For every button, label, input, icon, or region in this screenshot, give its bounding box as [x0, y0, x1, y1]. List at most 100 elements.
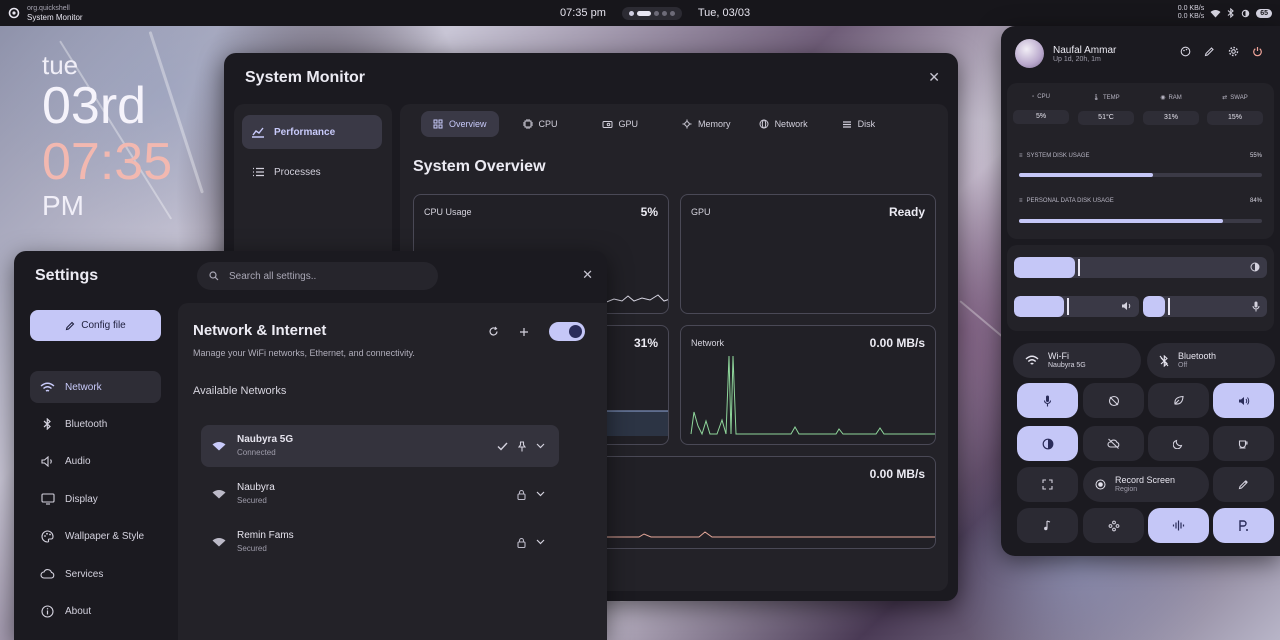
cloud-sync-toggle[interactable]: [1083, 426, 1144, 461]
night-light-toggle[interactable]: [1148, 426, 1209, 461]
palette-icon[interactable]: [1180, 46, 1191, 57]
avatar[interactable]: [1015, 39, 1044, 68]
nav-item-bluetooth[interactable]: Bluetooth: [30, 408, 161, 440]
network-row[interactable]: Naubyra Secured: [201, 473, 559, 515]
sidebar-item-performance[interactable]: Performance: [242, 115, 382, 149]
nav-item-services[interactable]: Services: [30, 558, 161, 590]
wifi-icon: [201, 537, 237, 547]
config-file-button[interactable]: Config file: [30, 310, 161, 341]
sidebar-item-processes[interactable]: Processes: [242, 155, 382, 189]
wifi-icon[interactable]: [1210, 9, 1221, 18]
pencil-icon[interactable]: [1204, 46, 1215, 57]
nav-item-display[interactable]: Display: [30, 483, 161, 515]
search-input[interactable]: Search all settings..: [197, 262, 438, 290]
gpu-card[interactable]: GPU Ready: [680, 194, 936, 314]
color-picker-toggle[interactable]: [1213, 467, 1274, 502]
add-icon[interactable]: [519, 327, 529, 337]
available-networks-label: Available Networks: [193, 385, 287, 397]
microphone-slider[interactable]: [1143, 296, 1267, 317]
battery-indicator[interactable]: 65: [1256, 8, 1272, 18]
chevron-down-icon[interactable]: [536, 443, 545, 449]
gamepad-icon: [1108, 520, 1120, 532]
workspace-dot[interactable]: [661, 10, 667, 16]
disk-icon: [842, 120, 852, 129]
microphone-icon: [1252, 301, 1260, 312]
workspace-dot[interactable]: [669, 10, 675, 16]
nav-item-audio[interactable]: Audio: [30, 445, 161, 477]
do-not-disturb-toggle[interactable]: [1083, 383, 1144, 418]
workspace-dot[interactable]: [653, 10, 659, 16]
workspace-dot[interactable]: [628, 10, 634, 16]
refresh-icon[interactable]: [488, 326, 499, 337]
music-toggle[interactable]: [1017, 508, 1078, 543]
brightness-slider[interactable]: [1014, 257, 1267, 278]
memory-icon: [682, 119, 692, 129]
audio-visualizer-toggle[interactable]: [1148, 508, 1209, 543]
monitor-icon: [30, 493, 65, 505]
chevron-down-icon[interactable]: [536, 539, 545, 545]
wifi-icon: [1025, 355, 1039, 366]
nav-item-network[interactable]: Network: [30, 371, 161, 403]
brightness-icon: [1250, 262, 1260, 272]
contrast-icon: [1042, 438, 1054, 450]
bluetooth-tile[interactable]: Bluetooth Off: [1147, 343, 1275, 378]
power-icon[interactable]: [1252, 46, 1263, 57]
cloud-icon: [30, 569, 65, 579]
sound-toggle[interactable]: [1213, 383, 1274, 418]
network-name: Naubyra 5G: [237, 434, 294, 445]
workspace-indicator[interactable]: [621, 6, 682, 20]
screenshot-toggle[interactable]: [1017, 467, 1078, 502]
gear-icon[interactable]: [1228, 46, 1239, 57]
check-icon: [497, 442, 508, 451]
gpu-icon: [602, 120, 613, 129]
volume-slider[interactable]: [1014, 296, 1139, 317]
record-screen-tile[interactable]: Record Screen Region: [1083, 467, 1209, 502]
crop-icon: [1042, 479, 1053, 490]
cpu-icon: [522, 119, 533, 129]
tab-overview[interactable]: Overview: [421, 111, 499, 137]
microphone-icon: [1043, 395, 1052, 407]
disk-icon: ≡: [1019, 198, 1023, 204]
nav-item-wallpaper-style[interactable]: Wallpaper & Style: [30, 520, 161, 552]
network-row[interactable]: Remin Fams Secured: [201, 521, 559, 563]
network-name: Remin Fams: [237, 530, 294, 541]
network-status: Secured: [237, 496, 267, 505]
network-name: Naubyra: [237, 482, 275, 493]
tab-memory[interactable]: Memory: [670, 111, 743, 137]
wifi-tile[interactable]: Wi-Fi Naubyra 5G: [1013, 343, 1141, 378]
waveform-icon: [1172, 520, 1185, 531]
wifi-toggle[interactable]: [549, 322, 585, 341]
network-card[interactable]: Network 0.00 MB/s: [680, 325, 936, 445]
workspace-dot-active[interactable]: [636, 10, 651, 16]
clock-date[interactable]: Tue, 03/03: [698, 7, 750, 19]
system-disk-bar: [1019, 173, 1262, 177]
eco-toggle[interactable]: [1148, 383, 1209, 418]
cloud-off-icon: [1107, 438, 1120, 449]
mic-toggle[interactable]: [1017, 383, 1078, 418]
tab-cpu[interactable]: CPU: [511, 111, 570, 137]
network-row[interactable]: Naubyra 5G Connected: [201, 425, 559, 467]
caffeine-toggle[interactable]: [1213, 426, 1274, 461]
system-stats-box: ▫ CPU 5% 🌡︎ TEMP 51°C ◉ RAM 31% ⇄ SWAP 15% ≡…: [1007, 83, 1274, 239]
game-mode-toggle[interactable]: [1083, 508, 1144, 543]
eyedropper-icon: [1238, 479, 1249, 490]
nav-item-about[interactable]: About: [30, 595, 161, 627]
tab-disk[interactable]: Disk: [830, 111, 888, 137]
pin-icon[interactable]: [518, 440, 526, 452]
clock-time[interactable]: 07:35 pm: [560, 7, 606, 19]
chevron-down-icon[interactable]: [536, 491, 545, 497]
tab-network[interactable]: Network: [747, 111, 820, 137]
bluetooth-icon[interactable]: [1227, 8, 1235, 18]
power-profile-toggle[interactable]: [1213, 508, 1274, 543]
brightness-icon[interactable]: [1241, 9, 1250, 18]
tab-gpu[interactable]: GPU: [590, 111, 651, 137]
personal-disk-label: ≡ PERSONAL DATA DISK USAGE: [1019, 198, 1114, 204]
clock-ampm: PM: [42, 190, 84, 221]
app-logo-icon[interactable]: [8, 7, 20, 19]
close-button[interactable]: ✕: [928, 69, 940, 86]
dark-mode-toggle[interactable]: [1017, 426, 1078, 461]
close-button[interactable]: ✕: [582, 267, 593, 283]
personal-disk-bar: [1019, 219, 1262, 223]
toggles-box: Wi-Fi Naubyra 5G Bluetooth Off Record Scre…: [1007, 338, 1275, 552]
desktop-clock: tue 03rd 07:35 PM: [42, 52, 172, 220]
